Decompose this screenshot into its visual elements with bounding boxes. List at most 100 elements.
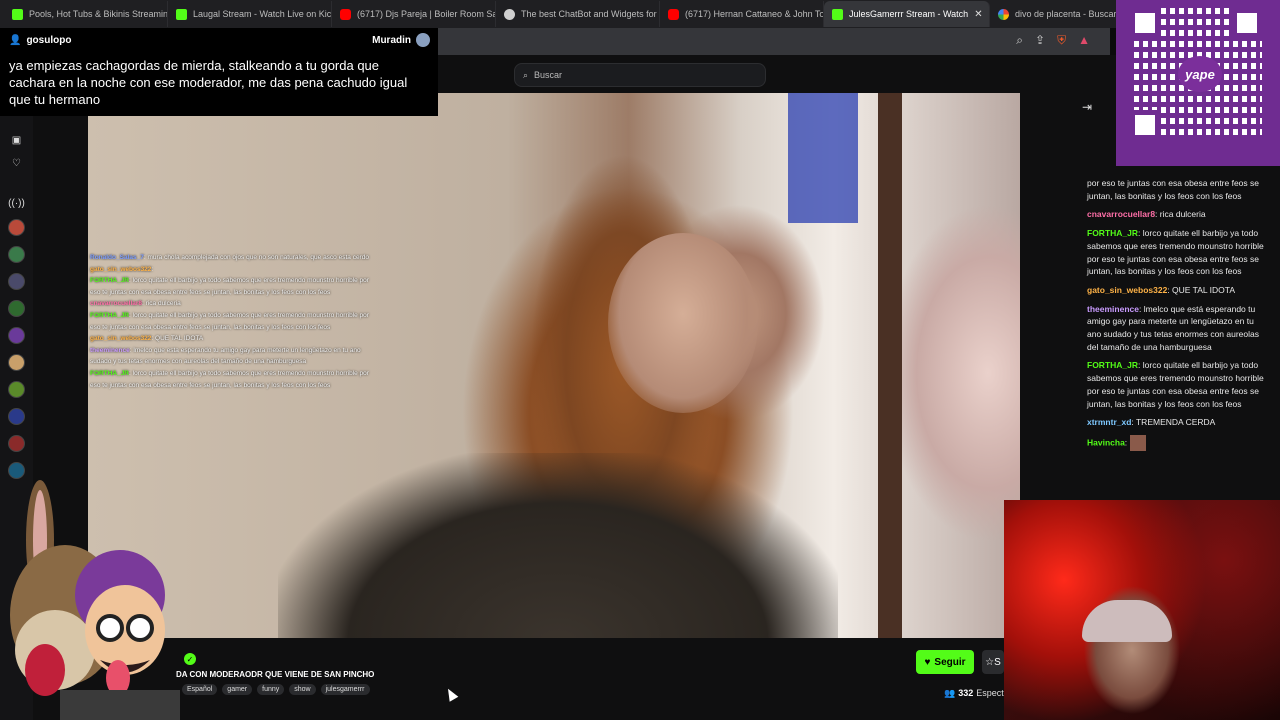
live-icon[interactable]: ((·)) [8, 195, 25, 212]
avatar[interactable] [8, 381, 25, 398]
subscribe-label: S [994, 656, 1001, 668]
avatar[interactable] [8, 327, 25, 344]
tab-title: JulesGamerrr Stream - Watch [849, 9, 969, 19]
overlay-chat-text: QUE TAL IDOTA [155, 335, 204, 343]
stream-title: DA CON MODERAODR QUE VIENE DE SAN PINCHO [176, 670, 375, 679]
overlay-chat-text: lmelco que esta esperando tu amigo gay p… [90, 346, 361, 366]
overlay-chat: Ronaldo_Salas_7: mura chola acomplejada … [90, 252, 375, 391]
overlay-chat-text: lorco quitate ell barbijo ya todo sabemo… [90, 369, 369, 389]
yape-qr-overlay: yape [1116, 0, 1280, 166]
video-scene-poster [788, 93, 858, 223]
webcam-person-cap [1082, 600, 1172, 642]
overlay-chat-line: FORTHA_JR: lorco quitate ell barbijo ya … [90, 311, 369, 331]
chat-message: Havincha: [1087, 434, 1267, 451]
video-scene-face [608, 233, 758, 413]
browser-tab-4[interactable]: (6717) Hernan Cattaneo & John Toni [660, 1, 824, 27]
webcam-overlay [1004, 500, 1280, 720]
browser-tab-strip: Pools, Hot Tubs & Bikinis Streaming Laug… [0, 0, 1280, 28]
chat-text: QUE TAL IDOTA [1172, 284, 1236, 295]
overlay-chat-line: FORTHA_JR: lorco quitate ell barbijo ya … [90, 369, 369, 389]
chat-username[interactable]: cnavarrocuellar8 [1087, 209, 1155, 219]
follow-label: Seguir [934, 656, 966, 668]
avatar[interactable] [8, 273, 25, 290]
search-placeholder: Buscar [534, 70, 563, 80]
browser-tab-3[interactable]: The best ChatBot and Widgets for K [496, 1, 660, 27]
search-icon: ⌕ [523, 69, 529, 80]
chat-alert-box: 👤 gosulopo Muradin ya empiezas cachagord… [0, 28, 438, 116]
chat-username[interactable]: theeminence [1087, 304, 1139, 314]
chat-message: xtrmntr_xd: TREMENDA CERDA [1087, 417, 1216, 428]
rewards-icon[interactable]: ▲ [1078, 33, 1090, 48]
subscribe-button[interactable]: ☆ S [982, 650, 1004, 674]
alert-username: gosulopo [26, 34, 72, 46]
tab-title: (6717) Hernan Cattaneo & John Toni [685, 9, 824, 19]
tab-title: Pools, Hot Tubs & Bikinis Streaming [29, 9, 168, 19]
viewers-number: 332 [958, 688, 974, 698]
overlay-chat-username: Ronaldo_Salas_7 [90, 254, 144, 261]
chat-username[interactable]: Havincha [1087, 437, 1125, 447]
stream-tag[interactable]: funny [257, 684, 285, 695]
browser-tab-0[interactable]: Pools, Hot Tubs & Bikinis Streaming [4, 1, 168, 27]
browser-tab-5-active[interactable]: JulesGamerrr Stream - Watch ✕ [824, 1, 990, 27]
avatar[interactable] [8, 246, 25, 263]
overlay-chat-username: FORTHA_JR [90, 277, 130, 285]
chat-message: theeminence: lmelco que está esperando t… [1087, 303, 1259, 352]
overlay-chat-line: FORTHA_JR: lorco quitate ell barbijo ya … [90, 277, 369, 296]
avatar[interactable] [8, 354, 25, 371]
overlay-chat-line: gato_sin_webos322: QUE TAL IDOTA [90, 335, 204, 343]
browser-tab-1[interactable]: Laugal Stream - Watch Live on Kick [168, 1, 332, 27]
stream-tag[interactable]: Español [182, 684, 218, 695]
close-icon[interactable]: ✕ [974, 9, 982, 20]
chat-text: por eso te juntas con esa obesa entre fe… [1087, 178, 1260, 201]
verified-icon: ✓ [184, 653, 196, 665]
stream-tags: Español gamer funny show julesgamerrr [182, 684, 370, 695]
viewers-icon: 👥 [944, 688, 956, 698]
generic-icon [504, 8, 515, 20]
yape-logo: yape [1178, 56, 1222, 92]
avatar[interactable] [8, 300, 25, 317]
avatar[interactable] [8, 462, 25, 479]
zoom-icon[interactable]: ⌕ [1016, 33, 1023, 48]
stream-tag[interactable]: gamer [222, 684, 253, 695]
chat-message: cnavarrocuellar8: rica dulceria [1087, 209, 1206, 220]
overlay-chat-username: theeminence [90, 346, 130, 354]
badge-avatar-icon [416, 33, 430, 47]
viewer-count: 👥 332 Especta [944, 688, 1009, 699]
avatar[interactable] [8, 408, 25, 425]
brave-shield-icon[interactable]: ⛨ [1057, 33, 1066, 48]
chat-username[interactable]: gato_sin_webos322 [1087, 285, 1167, 295]
chat-message: por eso te juntas con esa obesa entre fe… [1087, 177, 1267, 202]
user-icon: 👤 [9, 34, 22, 46]
qr-code: yape [1130, 8, 1262, 140]
gift-icon[interactable]: ▣ [8, 132, 25, 149]
overlay-chat-text: rica dulceria [145, 300, 181, 308]
kick-icon [12, 8, 23, 20]
tab-title: Laugal Stream - Watch Live on Kick [193, 9, 332, 19]
chat-text: TREMENDA CERDA [1135, 417, 1216, 428]
alert-badge: Muradin [372, 34, 411, 46]
stream-tag[interactable]: show [289, 684, 316, 695]
qr-finder [1130, 8, 1160, 38]
heart-icon[interactable]: ♡ [8, 155, 25, 172]
overlay-chat-text: mura chola acomplejada con ojos que no s… [147, 254, 369, 261]
overlay-chat-text: lorco quitate ell barbijo ya todo sabemo… [90, 277, 369, 296]
avatar[interactable] [8, 219, 25, 236]
tab-title: The best ChatBot and Widgets for K [521, 9, 660, 19]
qr-finder [1130, 110, 1160, 140]
share-icon[interactable]: ⇪ [1035, 33, 1045, 48]
youtube-icon [340, 8, 351, 20]
collapse-chat-icon[interactable]: ⇥ [1082, 100, 1092, 114]
follow-button[interactable]: ♥ Seguir [916, 650, 974, 674]
overlay-chat-username: gato_sin_webos322 [90, 335, 152, 343]
avatar[interactable] [8, 435, 25, 452]
video-scene-door [878, 93, 902, 638]
chat-message: FORTHA_JR: lorco quitate ell barbijo ya … [1087, 360, 1264, 409]
overlay-chat-username: FORTHA_JR [90, 311, 130, 319]
search-input[interactable]: ⌕ Buscar [514, 63, 766, 87]
stream-tag[interactable]: julesgamerrr [320, 684, 370, 695]
chat-message: gato_sin_webos322: QUE TAL IDOTA [1087, 284, 1236, 295]
chat-username[interactable]: FORTHA_JR [1087, 228, 1138, 238]
browser-tab-2[interactable]: (6717) Djs Pareja | Boiler Room Santi [332, 1, 496, 27]
chat-username[interactable]: xtrmntr_xd [1087, 417, 1131, 427]
chat-username[interactable]: FORTHA_JR [1087, 360, 1138, 370]
